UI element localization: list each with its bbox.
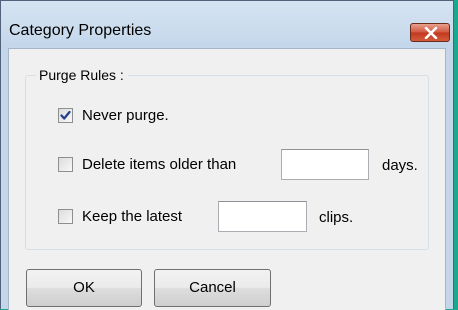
delete-older-checkbox[interactable] — [58, 157, 73, 172]
keep-latest-label: Keep the latest — [82, 208, 183, 225]
keep-latest-option[interactable]: Keep the latest — [58, 208, 208, 229]
cancel-button[interactable]: Cancel — [154, 269, 271, 307]
delete-older-option[interactable]: Delete items older than — [58, 156, 278, 177]
dialog-client-area: Purge Rules : Never purge. Delete items … — [8, 48, 446, 310]
window-title: Category Properties — [9, 22, 152, 39]
category-properties-dialog: Category Properties Purge Rules : Never … — [0, 0, 454, 310]
ok-button[interactable]: OK — [26, 269, 142, 307]
days-unit-label: days. — [382, 157, 418, 174]
keep-latest-clips-input[interactable] — [218, 201, 307, 232]
never-purge-checkbox[interactable] — [58, 108, 73, 123]
clips-unit-label: clips. — [319, 209, 354, 226]
title-bar[interactable]: Category Properties — [1, 1, 453, 43]
close-x-icon — [424, 27, 438, 39]
close-button[interactable] — [410, 23, 450, 42]
never-purge-option[interactable]: Never purge. — [58, 107, 258, 128]
purge-rules-label: Purge Rules : — [36, 65, 128, 85]
delete-older-label: Delete items older than — [82, 156, 237, 173]
never-purge-label: Never purge. — [82, 107, 169, 124]
checkmark-icon — [60, 110, 71, 120]
keep-latest-checkbox[interactable] — [58, 209, 73, 224]
delete-older-days-input[interactable] — [281, 149, 369, 180]
